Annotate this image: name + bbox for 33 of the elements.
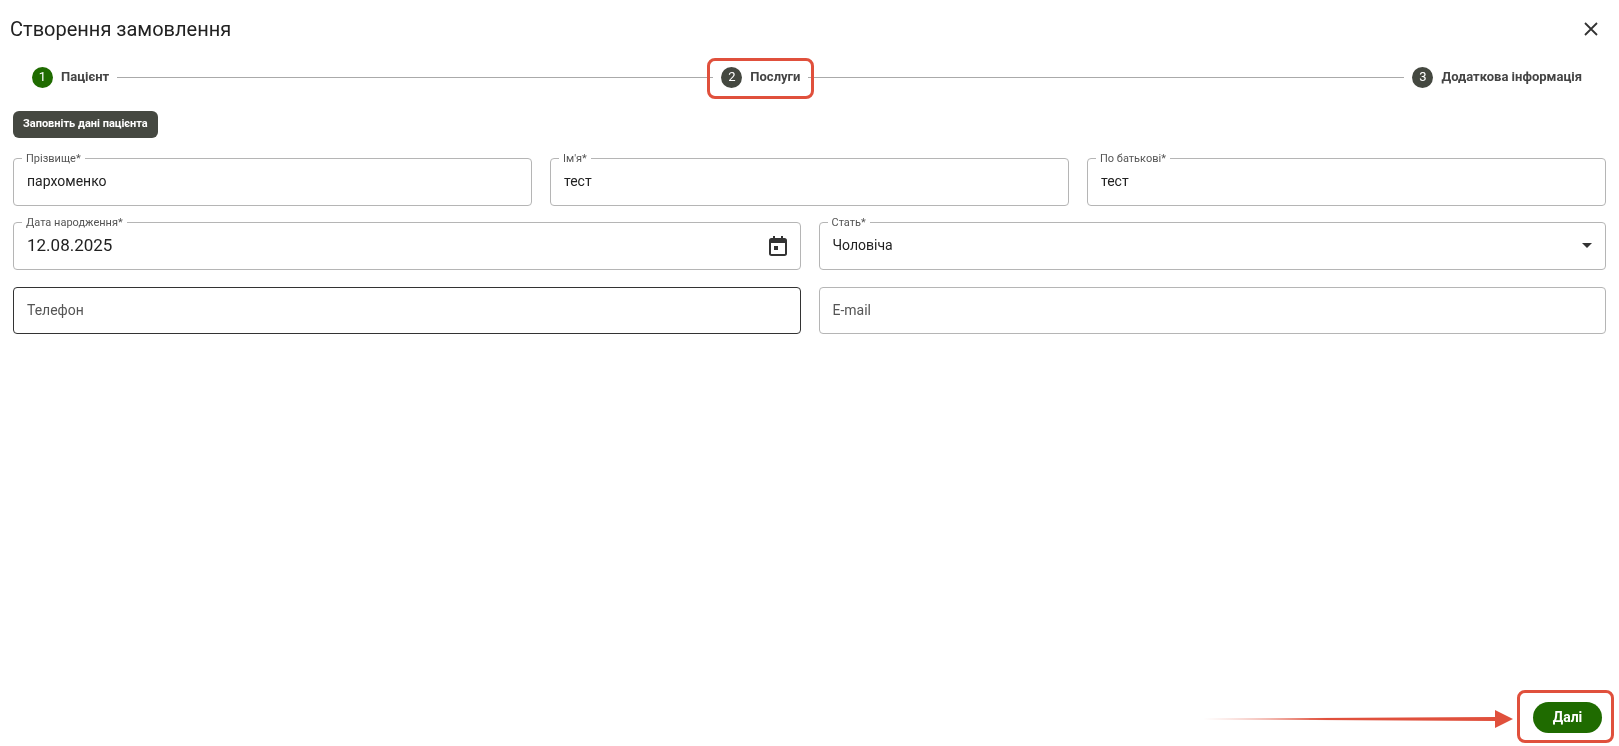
step-label: Пацієнт — [61, 68, 110, 87]
select-field[interactable]: Стать* Чоловіча — [818, 215, 1606, 270]
section-chip: Заповніть дані пацієнта — [13, 111, 158, 138]
field-value: тест — [1101, 172, 1129, 191]
input-field[interactable]: Ім'я* тест — [550, 151, 1069, 206]
field-value: 12.08.2025 — [27, 233, 113, 257]
field-input[interactable]: E-mail — [832, 299, 1213, 321]
dropdown-caret-icon[interactable] — [1582, 243, 1592, 248]
field-label: Стать* — [830, 215, 867, 230]
field-value: тест — [564, 172, 592, 191]
field-input[interactable]: Телефон — [27, 299, 407, 321]
calendar-icon[interactable] — [768, 235, 787, 256]
step-number: 3 — [1412, 66, 1434, 88]
field-value: Чоловіча — [832, 236, 893, 255]
input-field[interactable]: Телефон — [13, 286, 801, 334]
step-label: Послуги — [750, 68, 801, 87]
date-field[interactable]: Дата народження* 12.08.2025 — [13, 215, 801, 270]
field-label: Дата народження* — [25, 215, 124, 230]
input-field[interactable]: По батькові* тест — [1087, 151, 1606, 206]
next-button[interactable]: Далі — [1533, 702, 1602, 733]
field-label: По батькові* — [1099, 151, 1167, 166]
input-field[interactable]: E-mail — [818, 286, 1606, 334]
field-label: Ім'я* — [562, 151, 588, 166]
field-label: Прізвище* — [25, 151, 82, 166]
step[interactable]: 1 Пацієнт — [30, 66, 112, 88]
step-number: 2 — [721, 66, 743, 88]
step-label: Додаткова інформація — [1441, 68, 1582, 87]
step[interactable]: 3 Додаткова інформація — [1410, 66, 1584, 88]
step-number: 1 — [32, 66, 53, 88]
input-field[interactable]: Прізвище* пархоменко — [13, 151, 532, 206]
field-value: пархоменко — [27, 172, 107, 191]
step[interactable]: 2 Послуги — [719, 66, 803, 88]
dialog-title: Створення замовлення — [10, 16, 232, 43]
